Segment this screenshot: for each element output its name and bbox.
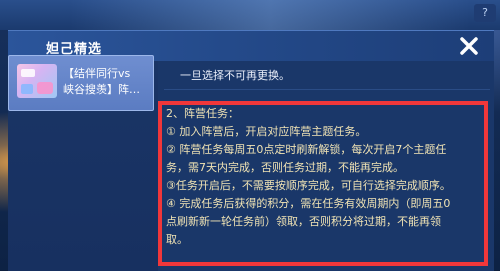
- rules-line: 2、阵营任务：: [166, 107, 239, 120]
- rules-text: 2、阵营任务： ① 加入阵营后，开启对应阵营主题任务。 ② 阵营任务每周五0点定…: [166, 105, 484, 249]
- card-label-line2: 峡谷搜羡】阵…: [63, 83, 140, 96]
- rules-line: ③任务开启后，不需要按顺序完成，可自行选择完成顺序。: [166, 179, 451, 192]
- rules-line: 取。: [166, 233, 188, 246]
- rules-line: ① 加入阵营后，开启对应阵营主题任务。: [166, 125, 367, 138]
- close-icon: [460, 37, 478, 55]
- content-top-note: 一旦选择不可再更换。: [180, 69, 290, 82]
- top-strip: ?: [0, 0, 500, 30]
- rules-line: 务，需7天内完成，否则任务过期，不能再完成。: [166, 161, 404, 174]
- card-label-line1: 【结伴同行vs: [63, 67, 131, 80]
- sidebar-item-label: 【结伴同行vs 峡谷搜羡】阵…: [63, 66, 151, 98]
- help-badge[interactable]: ?: [474, 4, 496, 22]
- close-button[interactable]: [456, 33, 482, 59]
- event-thumbnail-image: [17, 64, 57, 98]
- rules-line: 点刷新新一轮任务前）领取，否则积分将过期，不能再领: [166, 215, 441, 228]
- content-divider: [164, 89, 490, 90]
- rules-line: ④ 完成任务后获得的积分，需在任务有效周期内（即周五0: [166, 197, 451, 210]
- rules-line: ② 阵营任务每周五0点定时刷新解锁，每次开启7个主题任: [166, 143, 447, 156]
- top-strip-glow: [70, 0, 470, 30]
- sidebar-item-event-card[interactable]: 【结伴同行vs 峡谷搜羡】阵…: [8, 55, 154, 111]
